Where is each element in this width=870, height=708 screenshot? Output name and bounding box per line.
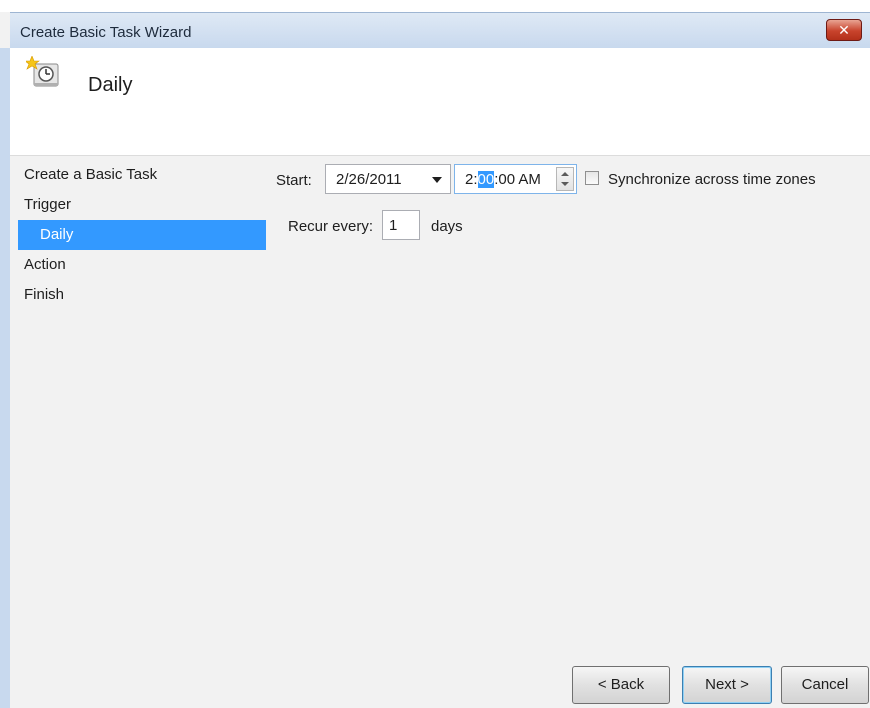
recur-label: Recur every: (288, 218, 374, 235)
dropdown-arrow-icon[interactable] (432, 177, 442, 183)
step-trigger[interactable]: Trigger (18, 190, 266, 220)
sync-timezones-checkbox[interactable] (585, 171, 599, 185)
wizard-steps: Create a Basic Task Trigger Daily Action… (18, 160, 266, 310)
back-button[interactable]: < Back (572, 666, 670, 704)
time-spinner[interactable] (556, 167, 574, 191)
recur-every-input[interactable]: 1 (382, 210, 420, 240)
step-action[interactable]: Action (18, 250, 266, 280)
spin-down-icon[interactable] (561, 182, 569, 186)
spin-up-icon[interactable] (561, 172, 569, 176)
window-title: Create Basic Task Wizard (20, 24, 192, 41)
task-scheduler-clock-icon (26, 56, 59, 87)
recur-unit: days (431, 218, 463, 235)
time-hour: 2: (465, 171, 478, 188)
start-time-value[interactable]: 2:00:00 AM (465, 171, 541, 188)
step-finish[interactable]: Finish (18, 280, 266, 310)
step-daily[interactable]: Daily (18, 220, 266, 250)
cancel-button[interactable]: Cancel (781, 666, 869, 704)
close-icon: ✕ (838, 22, 850, 38)
window-frame-left (0, 48, 10, 708)
next-button[interactable]: Next > (682, 666, 772, 704)
wizard-header: Daily (10, 48, 870, 156)
step-create-basic-task[interactable]: Create a Basic Task (18, 160, 266, 190)
start-date-value: 2/26/2011 (336, 171, 402, 188)
title-bar: Create Basic Task Wizard ✕ (10, 12, 870, 48)
time-minute-selected[interactable]: 00 (477, 171, 495, 188)
recur-value: 1 (389, 217, 398, 234)
close-button[interactable]: ✕ (826, 19, 862, 41)
page-title: Daily (88, 74, 133, 96)
sync-timezones-label[interactable]: Synchronize across time zones (608, 171, 816, 188)
start-time-input[interactable]: 2:00:00 AM (454, 164, 577, 194)
start-label: Start: (276, 172, 312, 189)
top-strip (0, 0, 870, 12)
start-date-picker[interactable]: 2/26/2011 (325, 164, 451, 194)
time-rest: :00 AM (494, 171, 541, 188)
